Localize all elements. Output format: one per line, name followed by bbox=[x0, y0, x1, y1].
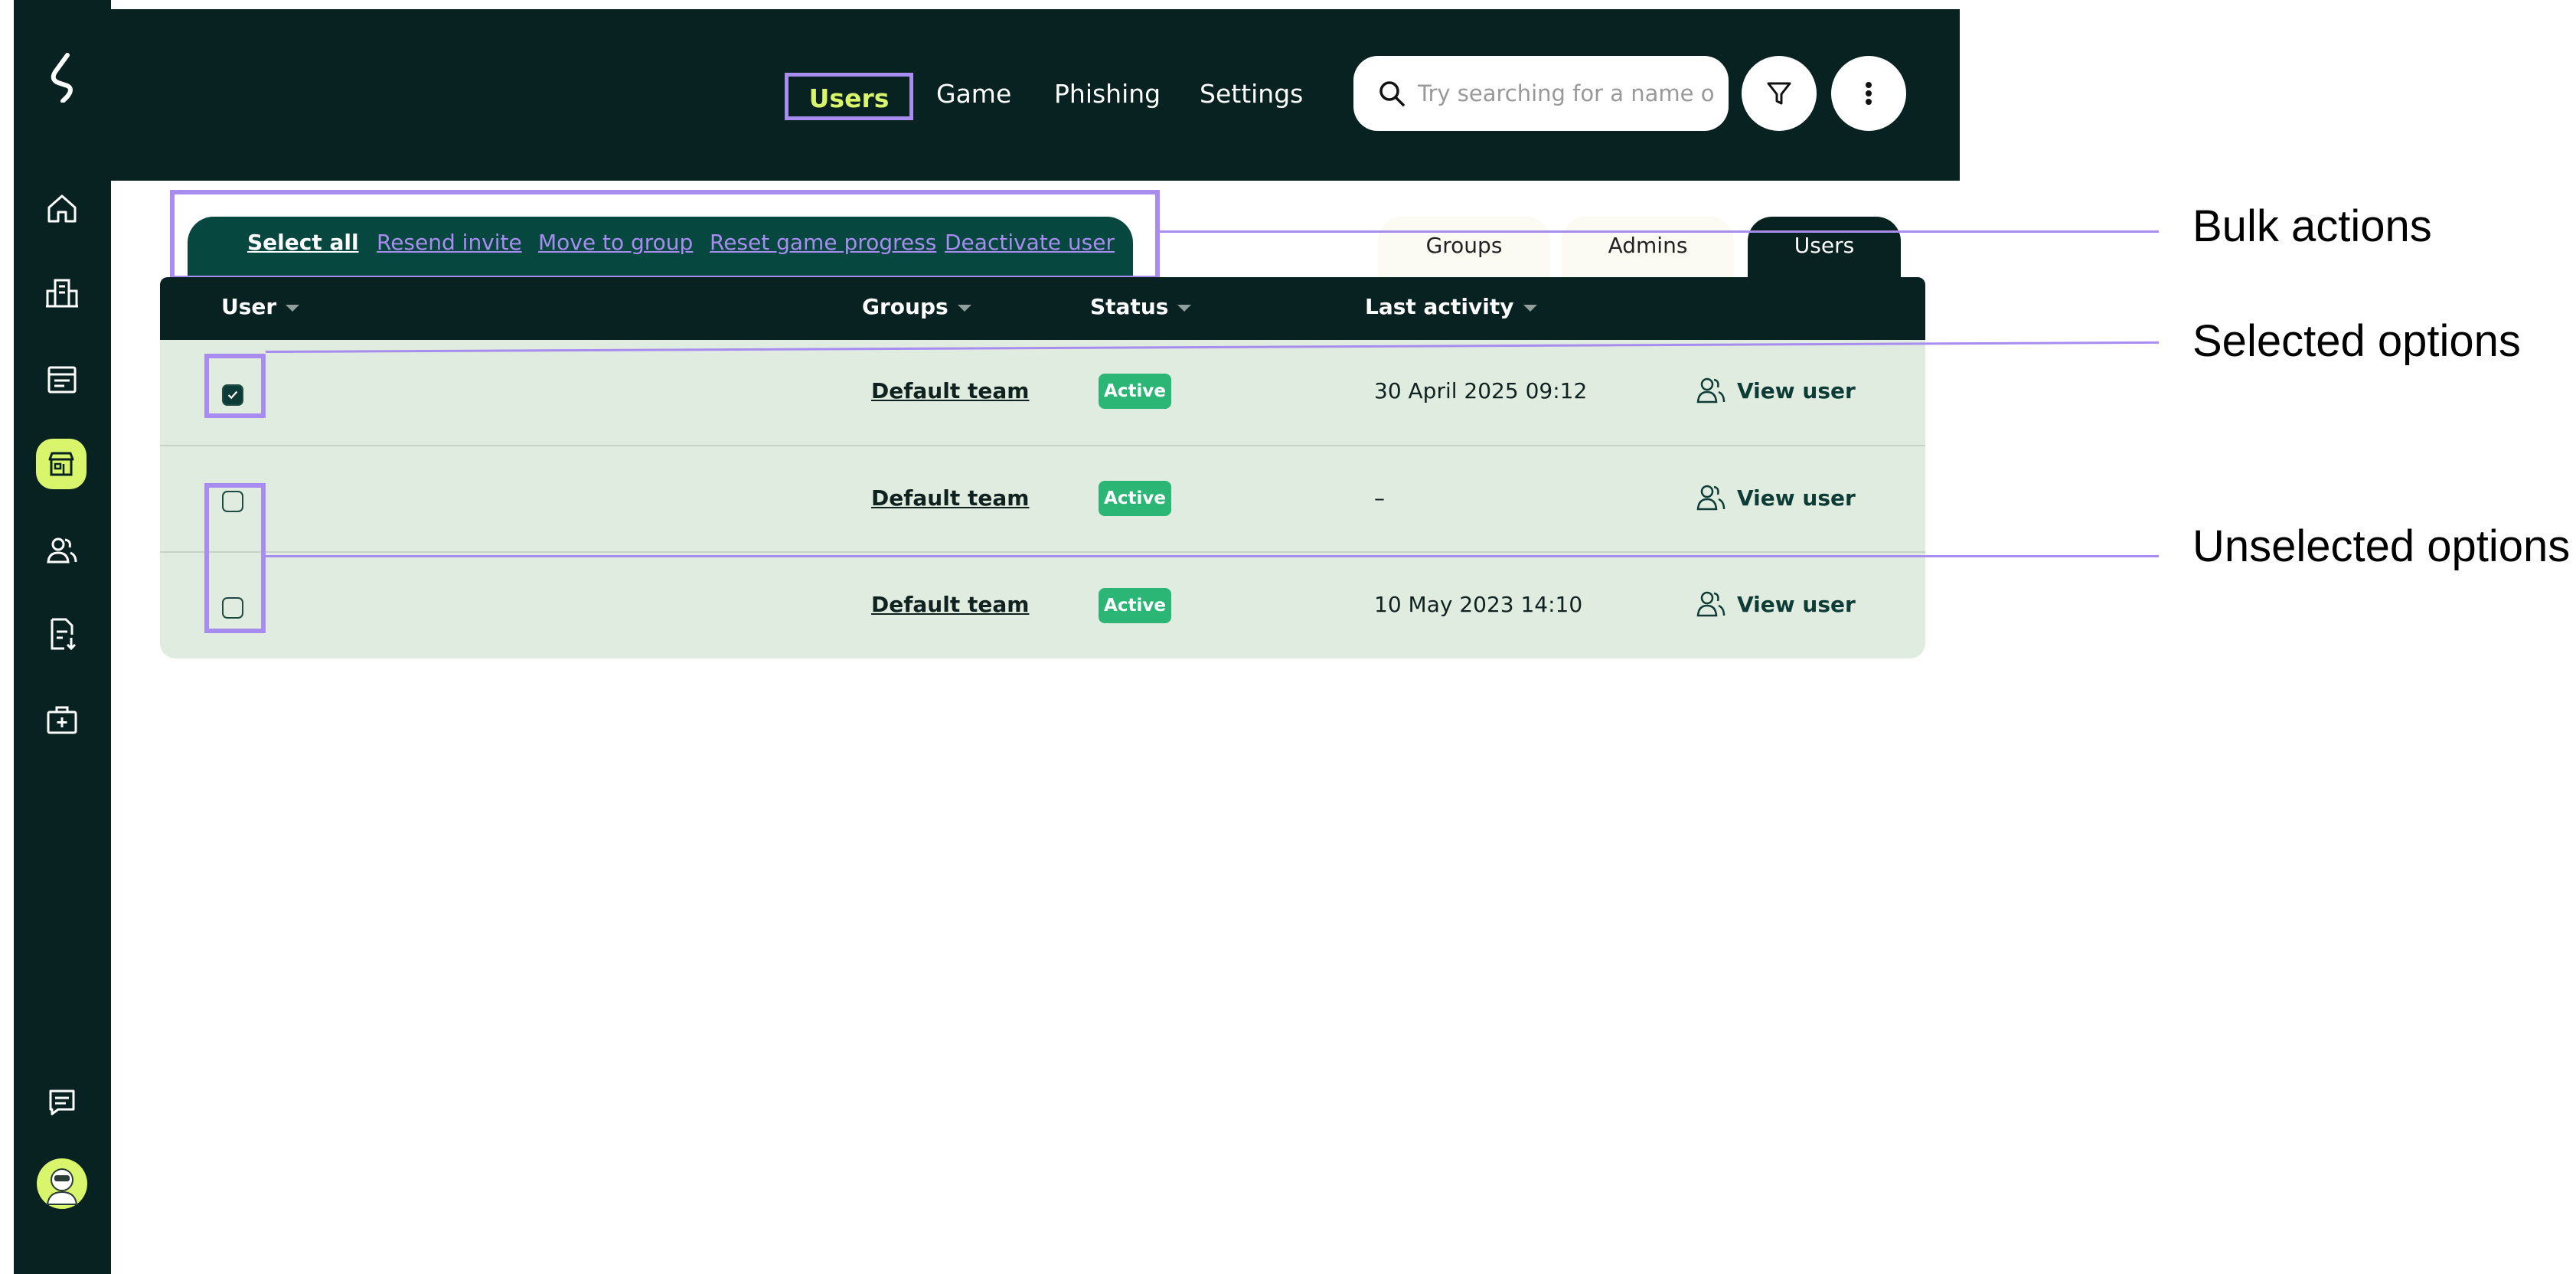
nav-tab-phishing[interactable]: Phishing bbox=[1054, 67, 1161, 121]
column-header-last-activity[interactable]: Last activity bbox=[1365, 294, 1537, 319]
status-badge: Active bbox=[1099, 481, 1171, 516]
view-tab-groups[interactable]: Groups bbox=[1378, 217, 1550, 279]
view-tab-admins[interactable]: Admins bbox=[1562, 217, 1734, 279]
view-tab-users[interactable]: Users bbox=[1748, 217, 1901, 279]
nav-tab-game[interactable]: Game bbox=[936, 67, 1011, 121]
annotation-selected-options: Selected options bbox=[2192, 316, 2521, 366]
home-icon[interactable] bbox=[31, 178, 93, 239]
users-icon bbox=[1696, 485, 1725, 511]
table-row bbox=[160, 553, 1925, 658]
annotation-line bbox=[266, 555, 2159, 557]
last-activity: – bbox=[1374, 485, 1385, 511]
more-vertical-icon bbox=[1866, 82, 1872, 105]
chat-icon[interactable] bbox=[31, 1071, 93, 1132]
filter-button[interactable] bbox=[1742, 56, 1817, 131]
first-aid-kit-icon[interactable] bbox=[31, 689, 93, 750]
nav-tab-settings[interactable]: Settings bbox=[1200, 67, 1303, 121]
group-link[interactable]: Default team bbox=[871, 378, 1029, 403]
column-header-groups[interactable]: Groups bbox=[862, 294, 971, 319]
annotation-bulk-actions: Bulk actions bbox=[2192, 201, 2432, 251]
users-icon bbox=[1696, 591, 1725, 617]
search-box[interactable] bbox=[1353, 56, 1729, 131]
table-header bbox=[160, 277, 1925, 340]
annotation-unselected-options: Unselected options bbox=[2192, 521, 2571, 571]
column-header-status[interactable]: Status bbox=[1090, 294, 1192, 319]
organization-icon[interactable] bbox=[31, 263, 93, 324]
unselected-checkbox-highlight bbox=[204, 483, 266, 633]
last-activity: 10 May 2023 14:10 bbox=[1374, 592, 1583, 617]
logo-icon[interactable] bbox=[44, 52, 83, 103]
selected-checkbox-highlight bbox=[204, 354, 266, 418]
view-user-button[interactable]: View user bbox=[1696, 589, 1856, 619]
filter-icon bbox=[1767, 82, 1791, 105]
view-user-button[interactable]: View user bbox=[1696, 482, 1856, 513]
group-link[interactable]: Default team bbox=[871, 485, 1029, 511]
group-link[interactable]: Default team bbox=[871, 592, 1029, 617]
column-header-user[interactable]: User bbox=[221, 294, 300, 319]
avatar[interactable] bbox=[37, 1158, 87, 1209]
users-icon[interactable] bbox=[31, 520, 93, 581]
more-options-button[interactable] bbox=[1831, 56, 1906, 131]
table-row bbox=[160, 340, 1925, 445]
bulk-actions-highlight bbox=[170, 190, 1160, 280]
annotation-line bbox=[1160, 230, 2159, 233]
search-input[interactable] bbox=[1416, 80, 1718, 107]
table-row bbox=[160, 446, 1925, 551]
search-icon bbox=[1379, 81, 1405, 106]
store-icon[interactable] bbox=[36, 439, 87, 489]
nav-tab-users[interactable]: Users bbox=[785, 73, 913, 120]
users-icon bbox=[1696, 377, 1725, 403]
last-activity: 30 April 2025 09:12 bbox=[1374, 378, 1588, 403]
report-download-icon[interactable] bbox=[31, 603, 93, 665]
calendar-icon[interactable] bbox=[31, 348, 93, 410]
status-badge: Active bbox=[1099, 588, 1171, 623]
view-user-button[interactable]: View user bbox=[1696, 375, 1856, 406]
status-badge: Active bbox=[1099, 374, 1171, 409]
